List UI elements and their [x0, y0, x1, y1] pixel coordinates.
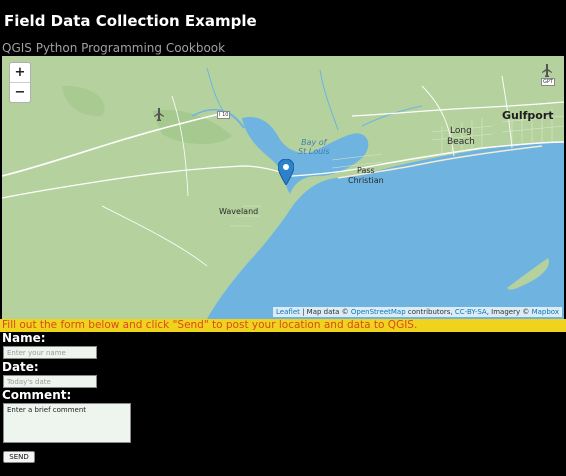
- name-label: Name:: [2, 331, 46, 345]
- instruction-banner: Fill out the form below and click "Send"…: [0, 319, 566, 332]
- comment-label: Comment:: [2, 388, 72, 402]
- map-tiles: [2, 56, 564, 319]
- mapbox-link[interactable]: Mapbox: [532, 308, 559, 316]
- zoom-in-button[interactable]: +: [10, 63, 30, 82]
- map-label-waveland: Waveland: [219, 207, 259, 216]
- map-attribution: Leaflet | Map data © OpenStreetMap contr…: [273, 307, 562, 317]
- comment-textarea[interactable]: [3, 403, 131, 443]
- page-subtitle: QGIS Python Programming Cookbook: [2, 41, 226, 55]
- zoom-control: + −: [9, 62, 31, 103]
- osm-link[interactable]: OpenStreetMap: [351, 308, 406, 316]
- map-view[interactable]: + − I 10 GPT Gulfport Long Beach Pass Ch…: [2, 56, 564, 319]
- zoom-out-button[interactable]: −: [10, 82, 30, 102]
- send-button[interactable]: SEND: [3, 451, 35, 463]
- map-label-long-beach: Long Beach: [447, 126, 475, 147]
- map-label-gulfport: Gulfport: [502, 109, 554, 122]
- license-link[interactable]: CC-BY-SA: [455, 308, 487, 316]
- date-label: Date:: [2, 360, 39, 374]
- date-input[interactable]: [3, 375, 97, 388]
- highway-shield: I 10: [217, 111, 231, 119]
- name-input[interactable]: [3, 346, 97, 359]
- page-title: Field Data Collection Example: [4, 12, 257, 30]
- page: Field Data Collection Example QGIS Pytho…: [0, 0, 566, 476]
- airport-code-label: GPT: [541, 78, 555, 86]
- leaflet-link[interactable]: Leaflet: [276, 308, 300, 316]
- map-label-pass-christian: Pass Christian: [348, 166, 384, 185]
- map-label-bay: Bay of St Louis: [298, 138, 330, 156]
